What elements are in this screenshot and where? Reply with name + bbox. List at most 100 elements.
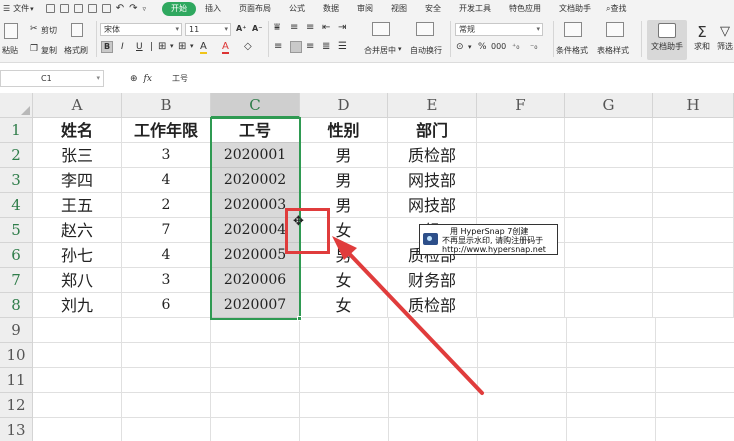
cell-h1[interactable] <box>653 118 734 143</box>
italic-button[interactable]: I <box>121 42 124 52</box>
cell-g2[interactable] <box>565 143 653 168</box>
table-style-button[interactable]: 表格样式 <box>597 45 629 56</box>
cell-g3[interactable] <box>565 168 653 193</box>
format-painter-button[interactable]: 格式刷 <box>64 45 88 56</box>
column-header-g[interactable]: G <box>565 93 653 118</box>
merge-center-icon[interactable] <box>372 22 390 36</box>
row-header[interactable]: 2 <box>0 143 33 168</box>
column-header-a[interactable]: A <box>33 93 122 118</box>
copy-file-icon[interactable] <box>101 4 111 13</box>
merge-center-button[interactable]: 合并居中 <box>364 45 396 56</box>
column-header-d[interactable]: D <box>300 93 388 118</box>
align-center-icon[interactable] <box>290 41 302 53</box>
cell-c1[interactable]: 工号 <box>211 118 300 143</box>
tab-insert[interactable]: 插入 <box>196 2 230 16</box>
cell-h7[interactable] <box>653 268 734 293</box>
empty-row-cells[interactable] <box>33 368 734 393</box>
column-header-c[interactable]: C <box>211 93 300 118</box>
conditional-format-button[interactable]: 条件格式 <box>556 45 588 56</box>
cell-g6[interactable] <box>565 243 653 268</box>
cell-d8[interactable]: 女 <box>300 293 388 318</box>
cell-e1[interactable]: 部门 <box>388 118 477 143</box>
print-preview-icon[interactable] <box>87 4 97 13</box>
tab-page-layout[interactable]: 页面布局 <box>230 2 280 16</box>
fill-dropdown-icon[interactable]: ▾ <box>190 42 194 50</box>
cell-f3[interactable] <box>477 168 565 193</box>
row-header[interactable]: 4 <box>0 193 33 218</box>
indent-increase-icon[interactable]: ⇥ <box>338 22 346 33</box>
cell-b6[interactable]: 4 <box>122 243 211 268</box>
fill-color-icon[interactable]: ⊞ <box>178 41 186 52</box>
row-header[interactable]: 9 <box>0 318 33 343</box>
doc-helper-button[interactable]: 文档助手 <box>647 20 687 60</box>
fx-button[interactable]: fx <box>144 74 152 84</box>
cell-b8[interactable]: 6 <box>122 293 211 318</box>
cell-b4[interactable]: 2 <box>122 193 211 218</box>
cell-g4[interactable] <box>565 193 653 218</box>
cell-b1[interactable]: 工作年限 <box>122 118 211 143</box>
paste-icon[interactable] <box>4 23 18 39</box>
row-header[interactable]: 13 <box>0 418 33 441</box>
search-box[interactable]: ⌕ 查找 <box>606 3 626 14</box>
cell-g7[interactable] <box>565 268 653 293</box>
cell-g1[interactable] <box>565 118 653 143</box>
cell-d1[interactable]: 性别 <box>300 118 388 143</box>
column-header-e[interactable]: E <box>388 93 477 118</box>
cell-c3[interactable]: 2020002 <box>211 168 300 193</box>
tab-view[interactable]: 视图 <box>382 2 416 16</box>
cell-e8[interactable]: 质检部 <box>388 293 477 318</box>
cell-b5[interactable]: 7 <box>122 218 211 243</box>
decrease-decimal-icon[interactable]: ⁻₀ <box>530 42 537 51</box>
cell-a4[interactable]: 王五 <box>33 193 122 218</box>
cell-f4[interactable] <box>477 193 565 218</box>
cell-a6[interactable]: 孙七 <box>33 243 122 268</box>
sum-button[interactable]: Σ 求和 <box>691 20 713 60</box>
font-size-dropdown[interactable]: 11 <box>185 23 231 36</box>
zoom-search-icon[interactable]: ⊕ <box>130 74 138 84</box>
row-header[interactable]: 6 <box>0 243 33 268</box>
tab-home[interactable]: 开始 <box>161 1 196 16</box>
align-right-icon[interactable]: ≡ <box>306 41 314 52</box>
bold-button[interactable]: B <box>101 41 113 53</box>
align-bottom-icon[interactable]: ≡ <box>306 22 314 33</box>
cell-f2[interactable] <box>477 143 565 168</box>
cell-a3[interactable]: 李四 <box>33 168 122 193</box>
number-format-dropdown[interactable]: 常规 <box>455 23 543 36</box>
justify-icon[interactable]: ≣ <box>322 41 330 52</box>
tab-formulas[interactable]: 公式 <box>280 2 314 16</box>
undo-icon[interactable]: ↶ <box>116 3 124 14</box>
cell-d3[interactable]: 男 <box>300 168 388 193</box>
tab-review[interactable]: 审阅 <box>348 2 382 16</box>
indent-decrease-icon[interactable]: ⇤ <box>322 22 330 33</box>
cell-b7[interactable]: 3 <box>122 268 211 293</box>
font-grow-icon[interactable]: A⁺ <box>236 24 246 33</box>
cell-c8[interactable]: 2020007 <box>211 293 300 318</box>
cell-d2[interactable]: 男 <box>300 143 388 168</box>
align-left-icon[interactable]: ≡ <box>274 41 282 52</box>
cell-b2[interactable]: 3 <box>122 143 211 168</box>
empty-row-cells[interactable] <box>33 318 734 343</box>
align-middle-icon[interactable]: ≡ <box>290 22 298 33</box>
border-dropdown-icon[interactable]: ▾ <box>170 42 174 50</box>
cell-c7[interactable]: 2020006 <box>211 268 300 293</box>
redo-icon[interactable]: ↷ <box>129 3 137 14</box>
column-header-b[interactable]: B <box>122 93 211 118</box>
row-header[interactable]: 3 <box>0 168 33 193</box>
row-header[interactable]: 7 <box>0 268 33 293</box>
row-header[interactable]: 11 <box>0 368 33 393</box>
row-header[interactable]: 5 <box>0 218 33 243</box>
thousands-separator-button[interactable]: 000 <box>491 42 506 51</box>
font-name-dropdown[interactable]: 宋体 <box>100 23 182 36</box>
fill-handle[interactable] <box>297 316 302 321</box>
align-top-icon[interactable]: ⩸ <box>274 22 280 33</box>
border-icon[interactable]: ⊞ <box>158 41 166 52</box>
cell-c2[interactable]: 2020001 <box>211 143 300 168</box>
row-header[interactable]: 12 <box>0 393 33 418</box>
currency-dropdown-icon[interactable]: ▾ <box>468 43 472 51</box>
cell-h3[interactable] <box>653 168 734 193</box>
empty-row-cells[interactable] <box>33 418 734 441</box>
cell-a1[interactable]: 姓名 <box>33 118 122 143</box>
tab-doc-helper[interactable]: 文档助手 <box>550 2 600 16</box>
format-painter-icon[interactable] <box>71 23 83 37</box>
empty-row-cells[interactable] <box>33 343 734 368</box>
